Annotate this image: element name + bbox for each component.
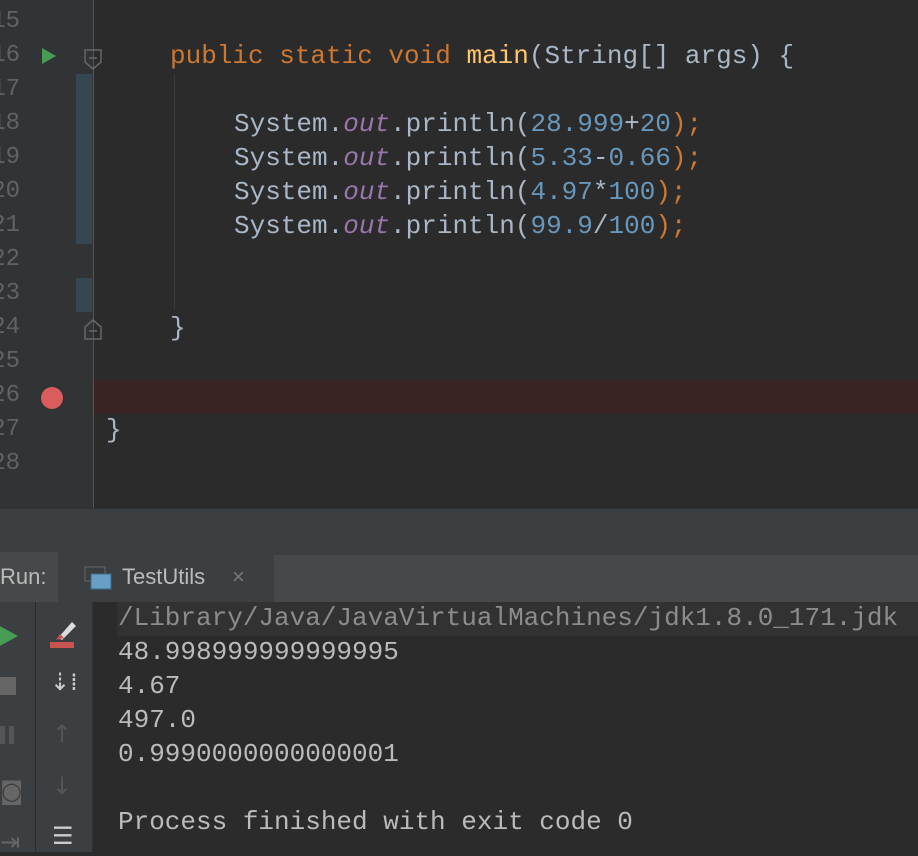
line-number: 20 xyxy=(0,178,20,205)
line-number: 26 xyxy=(0,382,20,409)
console-line: /Library/Java/JavaVirtualMachines/jdk1.8… xyxy=(118,603,899,633)
token: out xyxy=(343,177,391,207)
code-editor[interactable]: 15 16 17 18 19 20 21 22 23 24 25 26 27 28 public stat… xyxy=(0,0,918,508)
line-number: 16 xyxy=(0,42,20,69)
run-icon[interactable] xyxy=(40,46,58,66)
token: * xyxy=(592,177,609,207)
run-toolbar: ◙ ⇥ xyxy=(0,602,36,856)
tab-bar-empty xyxy=(274,555,918,602)
line-number: 24 xyxy=(0,314,20,341)
token: System. xyxy=(234,211,344,241)
rerun-icon[interactable] xyxy=(0,622,20,650)
code-line-println: System.out.println(99.9/100); xyxy=(234,209,687,243)
token: System. xyxy=(234,143,344,173)
run-label: Run: xyxy=(0,552,58,602)
token: ); xyxy=(670,109,703,139)
code-line-println: System.out.println(28.999+20); xyxy=(234,107,702,141)
token: 5.33 xyxy=(530,143,593,173)
code-line-println: System.out.println(5.33-0.66); xyxy=(234,141,702,175)
token: .println( xyxy=(390,109,531,139)
line-number: 21 xyxy=(0,212,20,239)
token: .println( xyxy=(390,211,531,241)
token: / xyxy=(592,211,609,241)
console-toolbar: ⇣⁞ ↑ ↓ ☰ xyxy=(36,602,93,852)
token: out xyxy=(343,143,391,173)
change-marker xyxy=(76,278,92,312)
console-line: 497.0 xyxy=(118,705,197,735)
line-number: 28 xyxy=(0,450,20,477)
token: ); xyxy=(655,177,687,207)
breakpoint-line-highlight xyxy=(94,380,918,414)
line-number: 19 xyxy=(0,144,20,171)
token: 99.9 xyxy=(530,211,593,241)
line-number: 25 xyxy=(0,348,20,375)
camera-icon[interactable]: ◙ xyxy=(0,777,23,805)
fold-icon[interactable] xyxy=(83,49,103,71)
stop-icon[interactable] xyxy=(0,677,16,695)
token: - xyxy=(592,143,609,173)
tab-label: TestUtils xyxy=(122,564,206,589)
line-number: 22 xyxy=(0,246,20,273)
console-icon xyxy=(84,566,112,590)
soft-wrap-icon[interactable]: ☰ xyxy=(52,822,74,850)
up-arrow-icon[interactable]: ↑ xyxy=(52,720,72,748)
token: + xyxy=(624,109,640,139)
tab-testutils[interactable]: TestUtils × xyxy=(60,552,272,602)
line-number: 18 xyxy=(0,110,20,137)
token: .println( xyxy=(390,177,531,207)
panel-divider[interactable] xyxy=(0,508,918,553)
token: 0.66 xyxy=(608,143,671,173)
indent-guide xyxy=(174,74,175,310)
token: ); xyxy=(670,143,703,173)
fold-end-icon[interactable] xyxy=(83,318,103,340)
line-number: 15 xyxy=(0,8,20,35)
change-marker xyxy=(76,74,92,244)
console-line: 48.998999999999995 xyxy=(118,637,399,667)
console-line: 4.67 xyxy=(118,671,181,701)
token: System. xyxy=(234,109,344,139)
token: 28.999 xyxy=(530,109,625,139)
code-line-println: System.out.println(4.97*100); xyxy=(234,175,687,209)
scroll-to-end-icon[interactable]: ⇣⁞ xyxy=(50,668,78,696)
line-number: 23 xyxy=(0,280,20,307)
down-arrow-icon[interactable]: ↓ xyxy=(52,772,72,800)
clear-console-icon[interactable] xyxy=(48,616,80,650)
console-line: Process finished with exit code 0 xyxy=(118,807,633,837)
code-line-main: public static void main(String[] args) { xyxy=(170,39,794,73)
token: out xyxy=(343,109,391,139)
token: 4.97 xyxy=(530,177,593,207)
line-number: 17 xyxy=(0,76,20,103)
code-line-close-method: } xyxy=(170,313,186,343)
token: 20 xyxy=(639,109,671,139)
close-icon[interactable]: × xyxy=(232,552,245,602)
token: ); xyxy=(655,211,687,241)
token: 100 xyxy=(608,177,656,207)
method-name: main xyxy=(466,41,529,71)
pause-icon[interactable] xyxy=(0,726,14,744)
token: System. xyxy=(234,177,344,207)
token: .println( xyxy=(390,143,531,173)
keyword: public static void xyxy=(170,41,467,71)
token: out xyxy=(343,211,391,241)
params: (String[] args) { xyxy=(528,41,795,71)
line-number: 27 xyxy=(0,416,20,443)
token: 100 xyxy=(608,211,656,241)
code-line-close-class: } xyxy=(106,415,122,445)
console-line: 0.9990000000000001 xyxy=(118,739,399,769)
breakpoint-icon[interactable] xyxy=(40,386,64,410)
